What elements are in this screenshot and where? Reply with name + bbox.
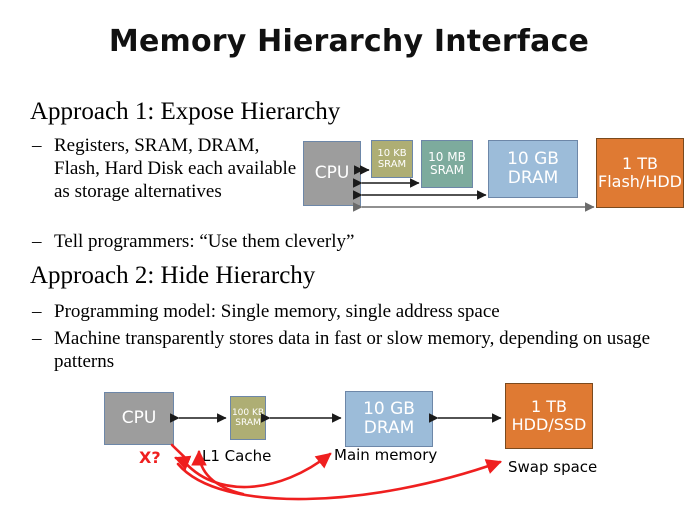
annotation-curve-to-swap-space	[176, 459, 502, 501]
diagram1-box-cpu: CPU	[303, 141, 361, 206]
diagram1-sram10kb-line2: SRAM	[377, 159, 407, 170]
approach-2-bullet-2: – Machine transparently stores data in f…	[32, 327, 672, 373]
diagram2-hdd-line2: HDD/SSD	[511, 415, 587, 434]
bullet-dash: –	[32, 231, 42, 252]
bullet-dash: –	[32, 301, 42, 322]
slide-canvas: Memory Hierarchy Interface Approach 1: E…	[0, 0, 698, 523]
diagram2-sram-line2: SRAM	[235, 418, 261, 428]
diagram1-box-sram-10kb: 10 KB SRAM	[371, 140, 413, 178]
diagram1-box-dram: 10 GB DRAM	[488, 140, 578, 198]
diagram2-sram-line1: 100 KB	[231, 407, 265, 418]
bullet-text: Machine transparently stores data in fas…	[54, 328, 651, 372]
diagram1-dram-line2: DRAM	[507, 168, 559, 188]
diagram1-box-flash-hdd: 1 TB Flash/HDD	[596, 138, 684, 208]
approach-2-bullet-1: – Programming model: Single memory, sing…	[32, 300, 652, 323]
bullet-text: Programming model: Single memory, single…	[54, 301, 500, 322]
diagram2-dram-line1: 10 GB	[363, 398, 415, 419]
diagram1-dram-line1: 10 GB	[507, 148, 559, 169]
bullet-dash: –	[32, 328, 42, 349]
page-title: Memory Hierarchy Interface	[108, 24, 590, 59]
diagram1-sram10mb-line2: SRAM	[429, 163, 464, 177]
caption-swap-space: Swap space	[508, 458, 598, 476]
diagram1-flash-line2: Flash/HDD	[598, 172, 682, 191]
annotation-x-question: X?	[139, 448, 161, 467]
diagram1-cpu-label: CPU	[314, 162, 350, 183]
diagram1-sram10kb-line1: 10 KB	[377, 147, 407, 159]
diagram1-sram10mb-line1: 10 MB	[428, 149, 466, 164]
approach-1-bullet-1: – Registers, SRAM, DRAM, Flash, Hard Dis…	[32, 134, 302, 203]
approach-2-heading: Approach 2: Hide Hierarchy	[30, 262, 316, 289]
approach-1-bullet-2: – Tell programmers: “Use them cleverly”	[32, 230, 452, 253]
diagram2-box-hdd-ssd: 1 TB HDD/SSD	[505, 383, 593, 449]
diagram2-cpu-label: CPU	[121, 407, 157, 428]
diagram2-hdd-line1: 1 TB	[530, 397, 567, 417]
bullet-text: Tell programmers: “Use them cleverly”	[54, 231, 355, 252]
diagram2-box-cpu: CPU	[104, 392, 174, 445]
diagram1-box-sram-10mb: 10 MB SRAM	[421, 140, 473, 188]
diagram2-dram-line2: DRAM	[363, 418, 415, 438]
diagram2-box-dram: 10 GB DRAM	[345, 391, 433, 447]
caption-l1-cache: L1 Cache	[202, 447, 272, 465]
diagram2-box-sram-100kb: 100 KB SRAM	[230, 396, 266, 440]
bullet-text: Registers, SRAM, DRAM, Flash, Hard Disk …	[54, 135, 297, 202]
bullet-dash: –	[32, 135, 42, 156]
diagram1-flash-line1: 1 TB	[621, 154, 658, 174]
approach-1-heading: Approach 1: Expose Hierarchy	[30, 98, 341, 125]
caption-main-memory: Main memory	[334, 446, 438, 464]
annotation-curve-from-cpu	[170, 443, 192, 471]
